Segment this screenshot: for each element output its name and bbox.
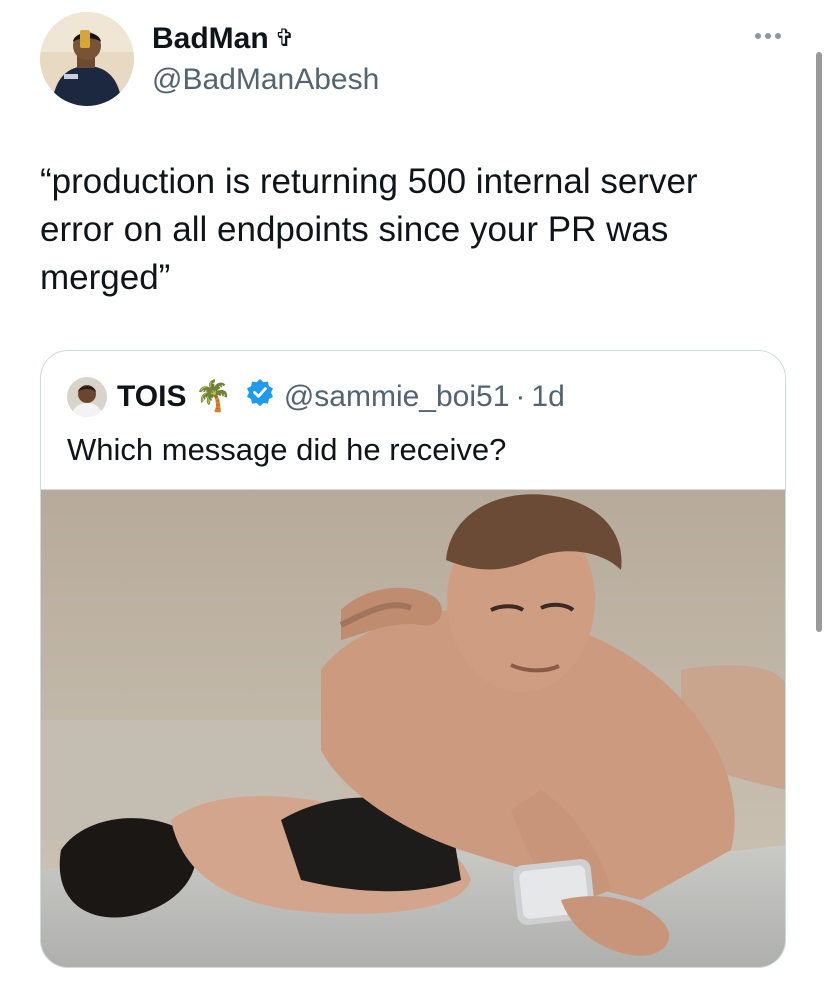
author-handle[interactable]: @BadManAbesh <box>152 62 379 98</box>
tweet: BadMan ✞ @BadManAbesh “production is ret… <box>0 0 828 1006</box>
quoted-tweet-text: Which message did he receive? <box>67 432 507 467</box>
quoted-tweet[interactable]: TOIS 🌴 @sammie_boi51 · 1d Which message … <box>40 350 786 968</box>
quoted-tweet-header: TOIS 🌴 @sammie_boi51 · 1d <box>67 377 565 417</box>
quoted-tweet-time[interactable]: 1d <box>531 377 564 417</box>
palm-tree-emoji: 🌴 <box>194 380 232 413</box>
quoted-author-handle[interactable]: @sammie_boi51 <box>284 377 510 417</box>
dot-separator: · <box>515 380 526 413</box>
author-name-text[interactable]: BadMan <box>152 20 269 58</box>
author-avatar[interactable] <box>40 12 134 106</box>
tweet-text: “production is returning 500 internal se… <box>40 162 698 297</box>
more-horizontal-icon[interactable] <box>750 26 786 46</box>
scrollbar[interactable] <box>816 52 822 632</box>
quoted-tweet-photo[interactable] <box>41 489 785 967</box>
cross-emoji: ✞ <box>274 25 295 52</box>
author-name[interactable]: BadMan ✞ <box>152 20 295 58</box>
quoted-author-name[interactable]: TOIS <box>117 377 186 417</box>
verified-badge-icon <box>246 377 274 417</box>
quoted-author-avatar[interactable] <box>67 377 107 417</box>
